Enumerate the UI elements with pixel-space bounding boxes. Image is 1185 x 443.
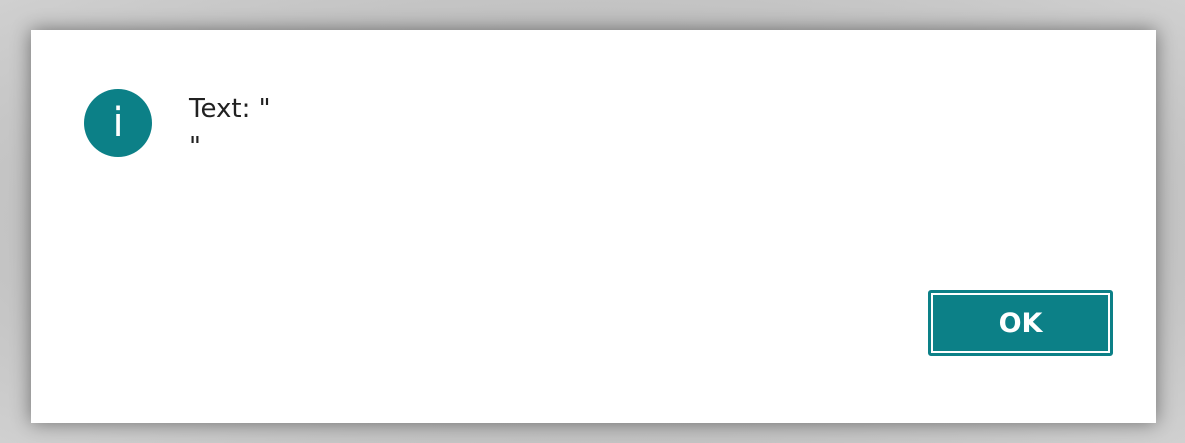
- ok-button-label: OK: [931, 293, 1110, 353]
- info-icon-glyph: i: [112, 100, 124, 146]
- message-line-2: ": [189, 132, 201, 162]
- ok-button[interactable]: OK: [928, 290, 1113, 356]
- info-icon: i: [84, 89, 152, 157]
- message-line-1: Text: ": [189, 94, 271, 124]
- dialog-message: Text: " ": [189, 90, 1089, 166]
- message-dialog: i Text: " " OK: [31, 30, 1156, 423]
